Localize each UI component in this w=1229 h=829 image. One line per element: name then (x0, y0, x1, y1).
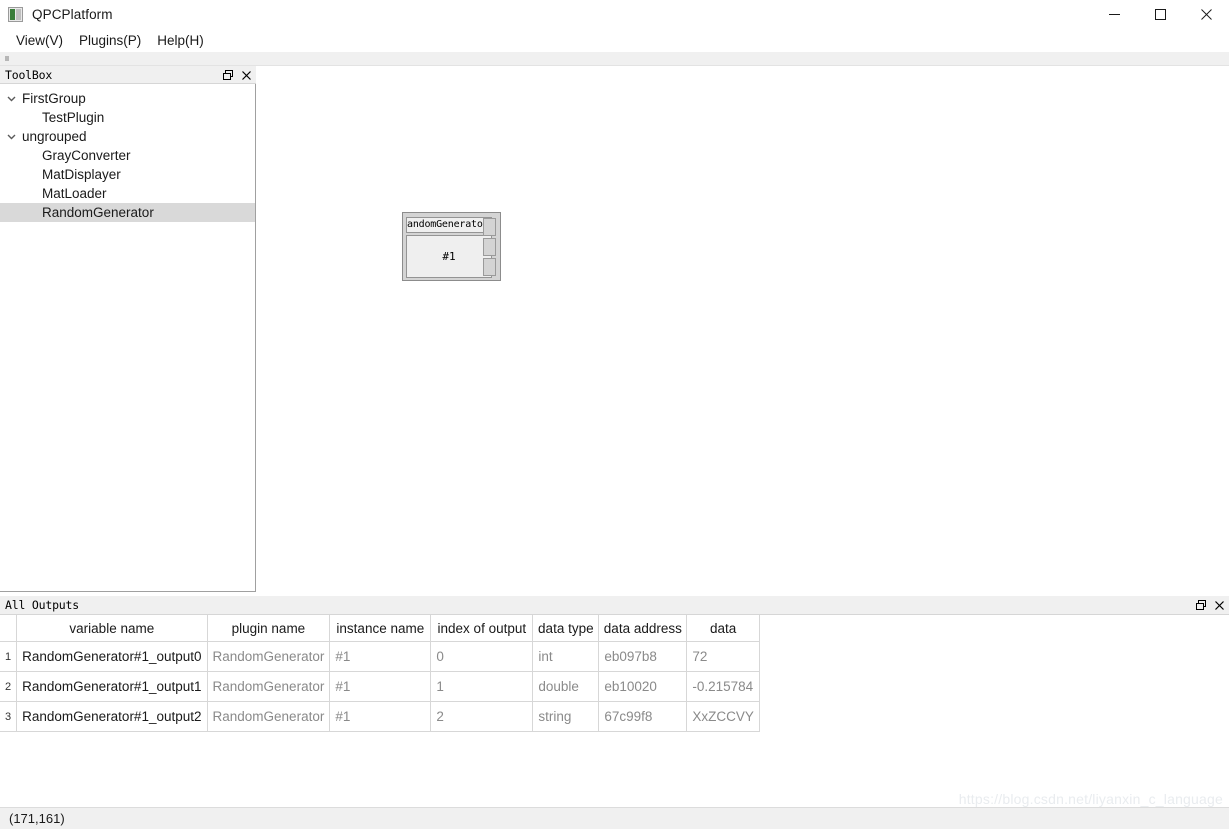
all-outputs-table: variable name plugin name instance name … (0, 615, 760, 732)
cell-plugin-name[interactable]: RandomGenerator (207, 701, 331, 732)
chevron-down-icon[interactable] (0, 96, 22, 102)
status-bar: (171,161) (0, 807, 1229, 829)
toolbar-grip-handle[interactable] (5, 56, 9, 61)
all-outputs-float-button[interactable] (1194, 598, 1207, 612)
maximize-button[interactable] (1137, 0, 1183, 29)
toolbox-float-button[interactable] (221, 68, 234, 82)
toolbox-close-button[interactable] (240, 68, 253, 82)
tree-item-label: MatLoader (42, 186, 107, 201)
tree-item-firstgroup[interactable]: FirstGroup (0, 89, 255, 108)
tree-item-label: TestPlugin (42, 110, 105, 125)
tree-item-randomgenerator[interactable]: RandomGenerator (0, 203, 255, 222)
toolbox-header-buttons (221, 66, 253, 84)
close-icon (242, 70, 251, 80)
cell-variable-name[interactable]: RandomGenerator#1_output2 (16, 701, 208, 732)
tree-item-label: MatDisplayer (42, 167, 121, 182)
toolbox-header: ToolBox (0, 66, 256, 84)
close-button[interactable] (1183, 0, 1229, 29)
workflow-canvas[interactable]: andomGenerato #1 (257, 66, 1229, 592)
tree-item-label: GrayConverter (42, 148, 131, 163)
minimize-icon (1108, 14, 1120, 15)
cell-instance-name[interactable]: #1 (329, 671, 432, 702)
cell-data[interactable]: -0.215784 (686, 671, 760, 702)
all-outputs-header-buttons (1194, 596, 1226, 614)
tree-item-matdisplayer[interactable]: MatDisplayer (0, 165, 255, 184)
cell-data[interactable]: XxZCCVY (686, 701, 760, 732)
toolbox-panel: ToolBox FirstGroup TestPlugin ungrouped … (0, 66, 256, 592)
float-icon (222, 70, 233, 80)
menu-bar: View(V) Plugins(P) Help(H) (0, 29, 1229, 52)
column-header-index-of-output[interactable]: index of output (430, 615, 534, 642)
cell-data-address[interactable]: eb097b8 (598, 641, 688, 672)
all-outputs-close-button[interactable] (1213, 598, 1226, 612)
table-row[interactable]: 2 RandomGenerator#1_output1 RandomGenera… (0, 671, 760, 702)
output-port-2[interactable] (483, 258, 496, 276)
node-body: andomGenerato #1 (406, 217, 492, 278)
all-outputs-header: All Outputs (0, 596, 1229, 615)
minimize-button[interactable] (1091, 0, 1137, 29)
output-port-1[interactable] (483, 238, 496, 256)
row-number: 1 (0, 641, 18, 672)
status-coordinates: (171,161) (9, 811, 65, 826)
table-row[interactable]: 3 RandomGenerator#1_output2 RandomGenera… (0, 701, 760, 732)
row-number: 2 (0, 671, 18, 702)
cell-instance-name[interactable]: #1 (329, 701, 432, 732)
column-header-data[interactable]: data (686, 615, 760, 642)
tree-item-ungrouped[interactable]: ungrouped (0, 127, 255, 146)
cell-data-type[interactable]: double (532, 671, 600, 702)
menu-item-help[interactable]: Help(H) (149, 31, 212, 51)
toolbox-title: ToolBox (5, 67, 53, 82)
cell-index-of-output[interactable]: 0 (430, 641, 534, 672)
toolbox-tree[interactable]: FirstGroup TestPlugin ungrouped GrayConv… (0, 84, 256, 592)
cell-plugin-name[interactable]: RandomGenerator (207, 641, 331, 672)
title-bar: QPCPlatform (0, 0, 1229, 29)
tree-item-label: ungrouped (22, 129, 87, 144)
cell-data-address[interactable]: eb10020 (598, 671, 688, 702)
cell-data[interactable]: 72 (686, 641, 760, 672)
window-controls (1091, 0, 1229, 29)
row-number: 3 (0, 701, 18, 732)
tree-item-matloader[interactable]: MatLoader (0, 184, 255, 203)
cell-data-type[interactable]: string (532, 701, 600, 732)
toolbar-strip (0, 52, 1229, 66)
cell-variable-name[interactable]: RandomGenerator#1_output0 (16, 641, 208, 672)
cell-data-address[interactable]: 67c99f8 (598, 701, 688, 732)
window-title: QPCPlatform (32, 7, 113, 22)
menu-item-plugins[interactable]: Plugins(P) (71, 31, 149, 51)
node-instance-label: #1 (406, 235, 492, 278)
table-row[interactable]: 1 RandomGenerator#1_output0 RandomGenera… (0, 641, 760, 672)
chevron-down-icon[interactable] (0, 134, 22, 140)
cell-data-type[interactable]: int (532, 641, 600, 672)
cell-index-of-output[interactable]: 2 (430, 701, 534, 732)
tree-item-grayconverter[interactable]: GrayConverter (0, 146, 255, 165)
all-outputs-table-container[interactable]: variable name plugin name instance name … (0, 615, 1229, 807)
all-outputs-panel: All Outputs variable name plugin name in… (0, 596, 1229, 807)
maximize-icon (1154, 9, 1166, 20)
column-header-data-type[interactable]: data type (532, 615, 600, 642)
cell-index-of-output[interactable]: 1 (430, 671, 534, 702)
tree-item-label: RandomGenerator (42, 205, 154, 220)
output-port-0[interactable] (483, 218, 496, 236)
column-header-variable-name[interactable]: variable name (16, 615, 208, 642)
canvas-node-randomgenerator[interactable]: andomGenerato #1 (402, 212, 501, 281)
tree-item-label: FirstGroup (22, 91, 86, 106)
column-header-data-address[interactable]: data address (598, 615, 688, 642)
float-icon (1195, 600, 1206, 610)
column-header-plugin-name[interactable]: plugin name (207, 615, 331, 642)
app-icon (8, 7, 23, 22)
menu-item-view[interactable]: View(V) (8, 31, 71, 51)
close-icon (1215, 600, 1224, 610)
node-title: andomGenerato (406, 217, 492, 233)
tree-item-testplugin[interactable]: TestPlugin (0, 108, 255, 127)
close-icon (1200, 9, 1212, 20)
column-header-instance-name[interactable]: instance name (329, 615, 432, 642)
table-corner-header[interactable] (0, 615, 18, 642)
table-header-row: variable name plugin name instance name … (0, 615, 760, 642)
cell-variable-name[interactable]: RandomGenerator#1_output1 (16, 671, 208, 702)
cell-instance-name[interactable]: #1 (329, 641, 432, 672)
all-outputs-title: All Outputs (5, 598, 79, 612)
cell-plugin-name[interactable]: RandomGenerator (207, 671, 331, 702)
